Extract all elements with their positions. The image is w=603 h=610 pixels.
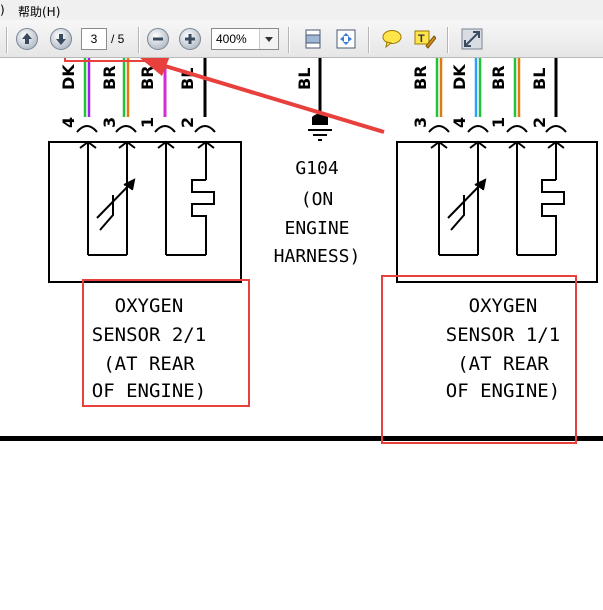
toolbar-separator (368, 27, 370, 53)
toolbar-separator (6, 27, 8, 53)
right-caption-line-2: SENSOR 1/1 (446, 324, 560, 346)
expand-icon (461, 28, 483, 50)
zoom-select[interactable]: 400% (211, 28, 279, 50)
comment-icon (382, 30, 402, 49)
left-wire-label-2: BR (100, 65, 119, 90)
ground-label-line-2: (ON (301, 189, 334, 210)
highlight-icon: T (414, 30, 437, 49)
left-caption-line-1: OXYGEN (115, 295, 184, 317)
zoom-out-button[interactable] (147, 28, 169, 50)
left-sensor-symbol (48, 140, 242, 283)
fit-page-icon (305, 29, 321, 49)
down-arrow-icon (56, 34, 66, 45)
right-wire-label-2: DK (450, 64, 469, 90)
ground-wire-label: BL (295, 68, 314, 90)
right-caption-line-1: OXYGEN (469, 295, 538, 317)
right-caption-line-4: OF ENGINE) (446, 380, 560, 402)
fit-width-icon (336, 29, 356, 49)
menu-help[interactable]: 帮助(H) (18, 3, 60, 20)
next-page-button[interactable] (50, 28, 72, 50)
annotation-arrow (140, 56, 385, 134)
ground-symbol: BL (295, 58, 332, 141)
toolbar-separator (447, 27, 449, 53)
svg-text:T: T (418, 33, 425, 45)
right-caption-line-3: (AT REAR (457, 353, 549, 375)
wiring-diagram: DK BR BR BL 4 3 1 2 BL G104 (ON ENGINE H… (0, 6, 603, 444)
full-screen-button[interactable] (461, 28, 483, 50)
page-bottom-rule (0, 436, 603, 441)
right-pin-2: 4 (450, 117, 469, 128)
right-pin-3: 1 (489, 117, 508, 128)
right-pin-1: 3 (411, 117, 430, 128)
toolbar-separator (288, 27, 290, 53)
fit-page-button[interactable] (302, 28, 324, 50)
zoom-value: 400% (216, 32, 247, 46)
ground-label: G104 (ON ENGINE HARNESS) (274, 158, 361, 267)
toolbar-separator (138, 27, 140, 53)
page-number-highlight-box (64, 6, 147, 62)
ground-label-line-4: HARNESS) (274, 246, 361, 267)
page-total: / 5 (111, 32, 125, 46)
left-caption-line-2: SENSOR 2/1 (92, 324, 206, 346)
chevron-down-icon (265, 37, 273, 42)
ground-label-line-3: ENGINE (284, 218, 349, 239)
page-number-input[interactable]: 3 (81, 28, 107, 50)
previous-page-button[interactable] (16, 28, 38, 50)
right-sensor-symbol (396, 140, 598, 283)
zoom-in-button[interactable] (179, 28, 201, 50)
right-sensor-caption: OXYGEN SENSOR 1/1 (AT REAR OF ENGINE) (446, 295, 560, 402)
left-pin-1: 4 (59, 117, 78, 128)
right-wire-label-3: BR (489, 65, 508, 90)
left-sensor-caption: OXYGEN SENSOR 2/1 (AT REAR OF ENGINE) (92, 295, 206, 402)
highlight-text-button[interactable]: T (414, 28, 437, 50)
menu-bar: ) 帮助(H) (0, 0, 603, 20)
zoom-out-icon (153, 37, 163, 41)
left-caption-line-4: OF ENGINE) (92, 380, 206, 402)
zoom-in-icon (185, 34, 195, 44)
left-wire-label-1: DK (59, 64, 78, 90)
right-wire-label-1: BR (411, 65, 430, 90)
comment-button[interactable] (381, 28, 403, 50)
left-pin-3: 1 (138, 117, 157, 128)
fit-width-button[interactable] (335, 28, 357, 50)
up-arrow-icon (22, 33, 32, 44)
menu-paren: ) (0, 3, 5, 17)
left-pin-4: 2 (178, 117, 197, 128)
right-wire-label-4: BL (530, 68, 549, 90)
document-view[interactable]: DK BR BR BL 4 3 1 2 BL G104 (ON ENGINE H… (0, 6, 603, 606)
left-caption-line-3: (AT REAR (103, 353, 195, 375)
right-pin-4: 2 (530, 117, 549, 128)
toolbar: 3 / 5 400% T (0, 20, 603, 58)
ground-label-line-1: G104 (295, 158, 338, 179)
zoom-dropdown-button[interactable] (259, 29, 278, 49)
left-pin-2: 3 (100, 117, 119, 128)
